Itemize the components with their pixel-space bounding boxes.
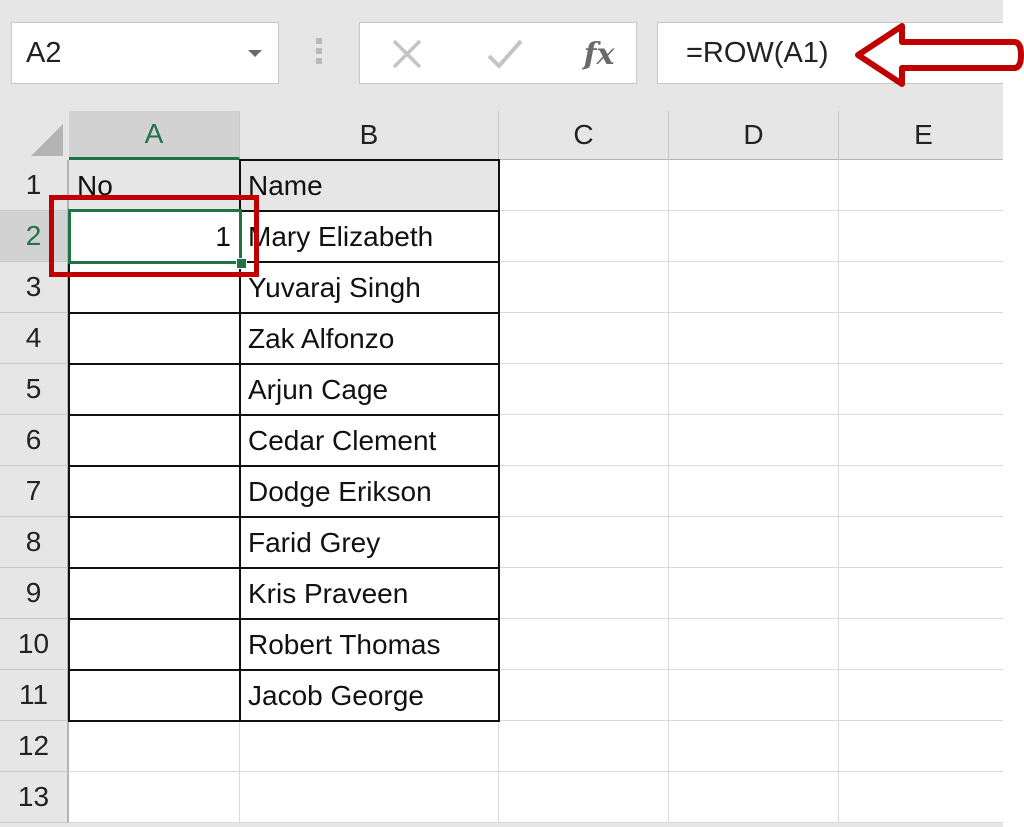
cell-e8[interactable] bbox=[839, 517, 1003, 568]
row-header-4[interactable]: 4 bbox=[0, 313, 69, 364]
cell-d3[interactable] bbox=[669, 262, 839, 313]
cell-d5[interactable] bbox=[669, 364, 839, 415]
cell-c10[interactable] bbox=[499, 619, 669, 670]
cell-e6[interactable] bbox=[839, 415, 1003, 466]
formula-buttons: fx bbox=[359, 22, 637, 84]
insert-function-button[interactable]: fx bbox=[574, 31, 624, 77]
column-header-e[interactable]: E bbox=[839, 111, 1003, 160]
row-header-9[interactable]: 9 bbox=[0, 568, 69, 619]
row-header-13[interactable]: 13 bbox=[0, 772, 69, 823]
column-header-d[interactable]: D bbox=[669, 111, 839, 160]
cell-b13[interactable] bbox=[240, 772, 499, 823]
cell-b11[interactable]: Jacob George bbox=[240, 670, 499, 721]
cell-c4[interactable] bbox=[499, 313, 669, 364]
check-icon bbox=[487, 39, 523, 69]
cell-c13[interactable] bbox=[499, 772, 669, 823]
cell-c5[interactable] bbox=[499, 364, 669, 415]
cell-b2[interactable]: Mary Elizabeth bbox=[240, 211, 499, 262]
row-header-10[interactable]: 10 bbox=[0, 619, 69, 670]
cell-b12[interactable] bbox=[240, 721, 499, 772]
cell-b3[interactable]: Yuvaraj Singh bbox=[240, 262, 499, 313]
cell-d9[interactable] bbox=[669, 568, 839, 619]
select-all-button[interactable] bbox=[0, 111, 69, 160]
cell-a12[interactable] bbox=[69, 721, 240, 772]
cell-d2[interactable] bbox=[669, 211, 839, 262]
cell-c8[interactable] bbox=[499, 517, 669, 568]
cell-d1[interactable] bbox=[669, 160, 839, 211]
row-header-2[interactable]: 2 bbox=[0, 211, 69, 262]
excel-window: A2 fx =ROW(A1) A B C D E 1 No Name 2 1 Mary E… bbox=[0, 0, 1003, 827]
cell-d13[interactable] bbox=[669, 772, 839, 823]
fx-icon: fx bbox=[583, 36, 615, 72]
cell-b8[interactable]: Farid Grey bbox=[240, 517, 499, 568]
cell-a6[interactable] bbox=[69, 415, 240, 466]
cell-c9[interactable] bbox=[499, 568, 669, 619]
cell-a5[interactable] bbox=[69, 364, 240, 415]
cell-a13[interactable] bbox=[69, 772, 240, 823]
cell-d10[interactable] bbox=[669, 619, 839, 670]
cell-d8[interactable] bbox=[669, 517, 839, 568]
cell-d7[interactable] bbox=[669, 466, 839, 517]
cell-c12[interactable] bbox=[499, 721, 669, 772]
column-header-b[interactable]: B bbox=[240, 111, 499, 160]
cell-e11[interactable] bbox=[839, 670, 1003, 721]
row-header-6[interactable]: 6 bbox=[0, 415, 69, 466]
close-icon bbox=[392, 39, 422, 69]
cell-c7[interactable] bbox=[499, 466, 669, 517]
cell-e5[interactable] bbox=[839, 364, 1003, 415]
name-box-value: A2 bbox=[26, 37, 62, 69]
fill-handle[interactable] bbox=[236, 258, 247, 269]
cell-b9[interactable]: Kris Praveen bbox=[240, 568, 499, 619]
cell-e4[interactable] bbox=[839, 313, 1003, 364]
cell-d4[interactable] bbox=[669, 313, 839, 364]
chevron-down-icon[interactable] bbox=[248, 50, 262, 57]
row-header-5[interactable]: 5 bbox=[0, 364, 69, 415]
cell-e2[interactable] bbox=[839, 211, 1003, 262]
row-header-11[interactable]: 11 bbox=[0, 670, 69, 721]
cell-d6[interactable] bbox=[669, 415, 839, 466]
cell-e3[interactable] bbox=[839, 262, 1003, 313]
cell-b10[interactable]: Robert Thomas bbox=[240, 619, 499, 670]
row-header-8[interactable]: 8 bbox=[0, 517, 69, 568]
cell-a11[interactable] bbox=[69, 670, 240, 721]
cell-b5[interactable]: Arjun Cage bbox=[240, 364, 499, 415]
row-header-12[interactable]: 12 bbox=[0, 721, 69, 772]
formula-text: =ROW(A1) bbox=[686, 37, 829, 69]
cancel-button[interactable] bbox=[382, 31, 432, 77]
name-box[interactable]: A2 bbox=[11, 22, 279, 84]
cell-c3[interactable] bbox=[499, 262, 669, 313]
cell-a4[interactable] bbox=[69, 313, 240, 364]
cell-d11[interactable] bbox=[669, 670, 839, 721]
cell-e13[interactable] bbox=[839, 772, 1003, 823]
row-header-1[interactable]: 1 bbox=[0, 160, 69, 211]
cell-b6[interactable]: Cedar Clement bbox=[240, 415, 499, 466]
grip-icon[interactable] bbox=[316, 38, 322, 68]
cell-a2[interactable]: 1 bbox=[69, 211, 240, 262]
enter-button[interactable] bbox=[480, 31, 530, 77]
cell-d12[interactable] bbox=[669, 721, 839, 772]
cell-b7[interactable]: Dodge Erikson bbox=[240, 466, 499, 517]
cell-c1[interactable] bbox=[499, 160, 669, 211]
cell-a8[interactable] bbox=[69, 517, 240, 568]
cell-a9[interactable] bbox=[69, 568, 240, 619]
cell-a7[interactable] bbox=[69, 466, 240, 517]
row-header-7[interactable]: 7 bbox=[0, 466, 69, 517]
cell-e1[interactable] bbox=[839, 160, 1003, 211]
column-header-c[interactable]: C bbox=[499, 111, 669, 160]
cell-b1[interactable]: Name bbox=[240, 160, 499, 211]
cell-a1[interactable]: No bbox=[69, 160, 240, 211]
cell-e10[interactable] bbox=[839, 619, 1003, 670]
cell-a3[interactable] bbox=[69, 262, 240, 313]
row-header-3[interactable]: 3 bbox=[0, 262, 69, 313]
cell-c6[interactable] bbox=[499, 415, 669, 466]
cell-b4[interactable]: Zak Alfonzo bbox=[240, 313, 499, 364]
annotation-arrow-icon bbox=[855, 23, 1024, 87]
cell-e12[interactable] bbox=[839, 721, 1003, 772]
cell-c2[interactable] bbox=[499, 211, 669, 262]
cell-c11[interactable] bbox=[499, 670, 669, 721]
cell-a10[interactable] bbox=[69, 619, 240, 670]
column-header-a[interactable]: A bbox=[69, 111, 240, 160]
cell-e7[interactable] bbox=[839, 466, 1003, 517]
cell-e9[interactable] bbox=[839, 568, 1003, 619]
